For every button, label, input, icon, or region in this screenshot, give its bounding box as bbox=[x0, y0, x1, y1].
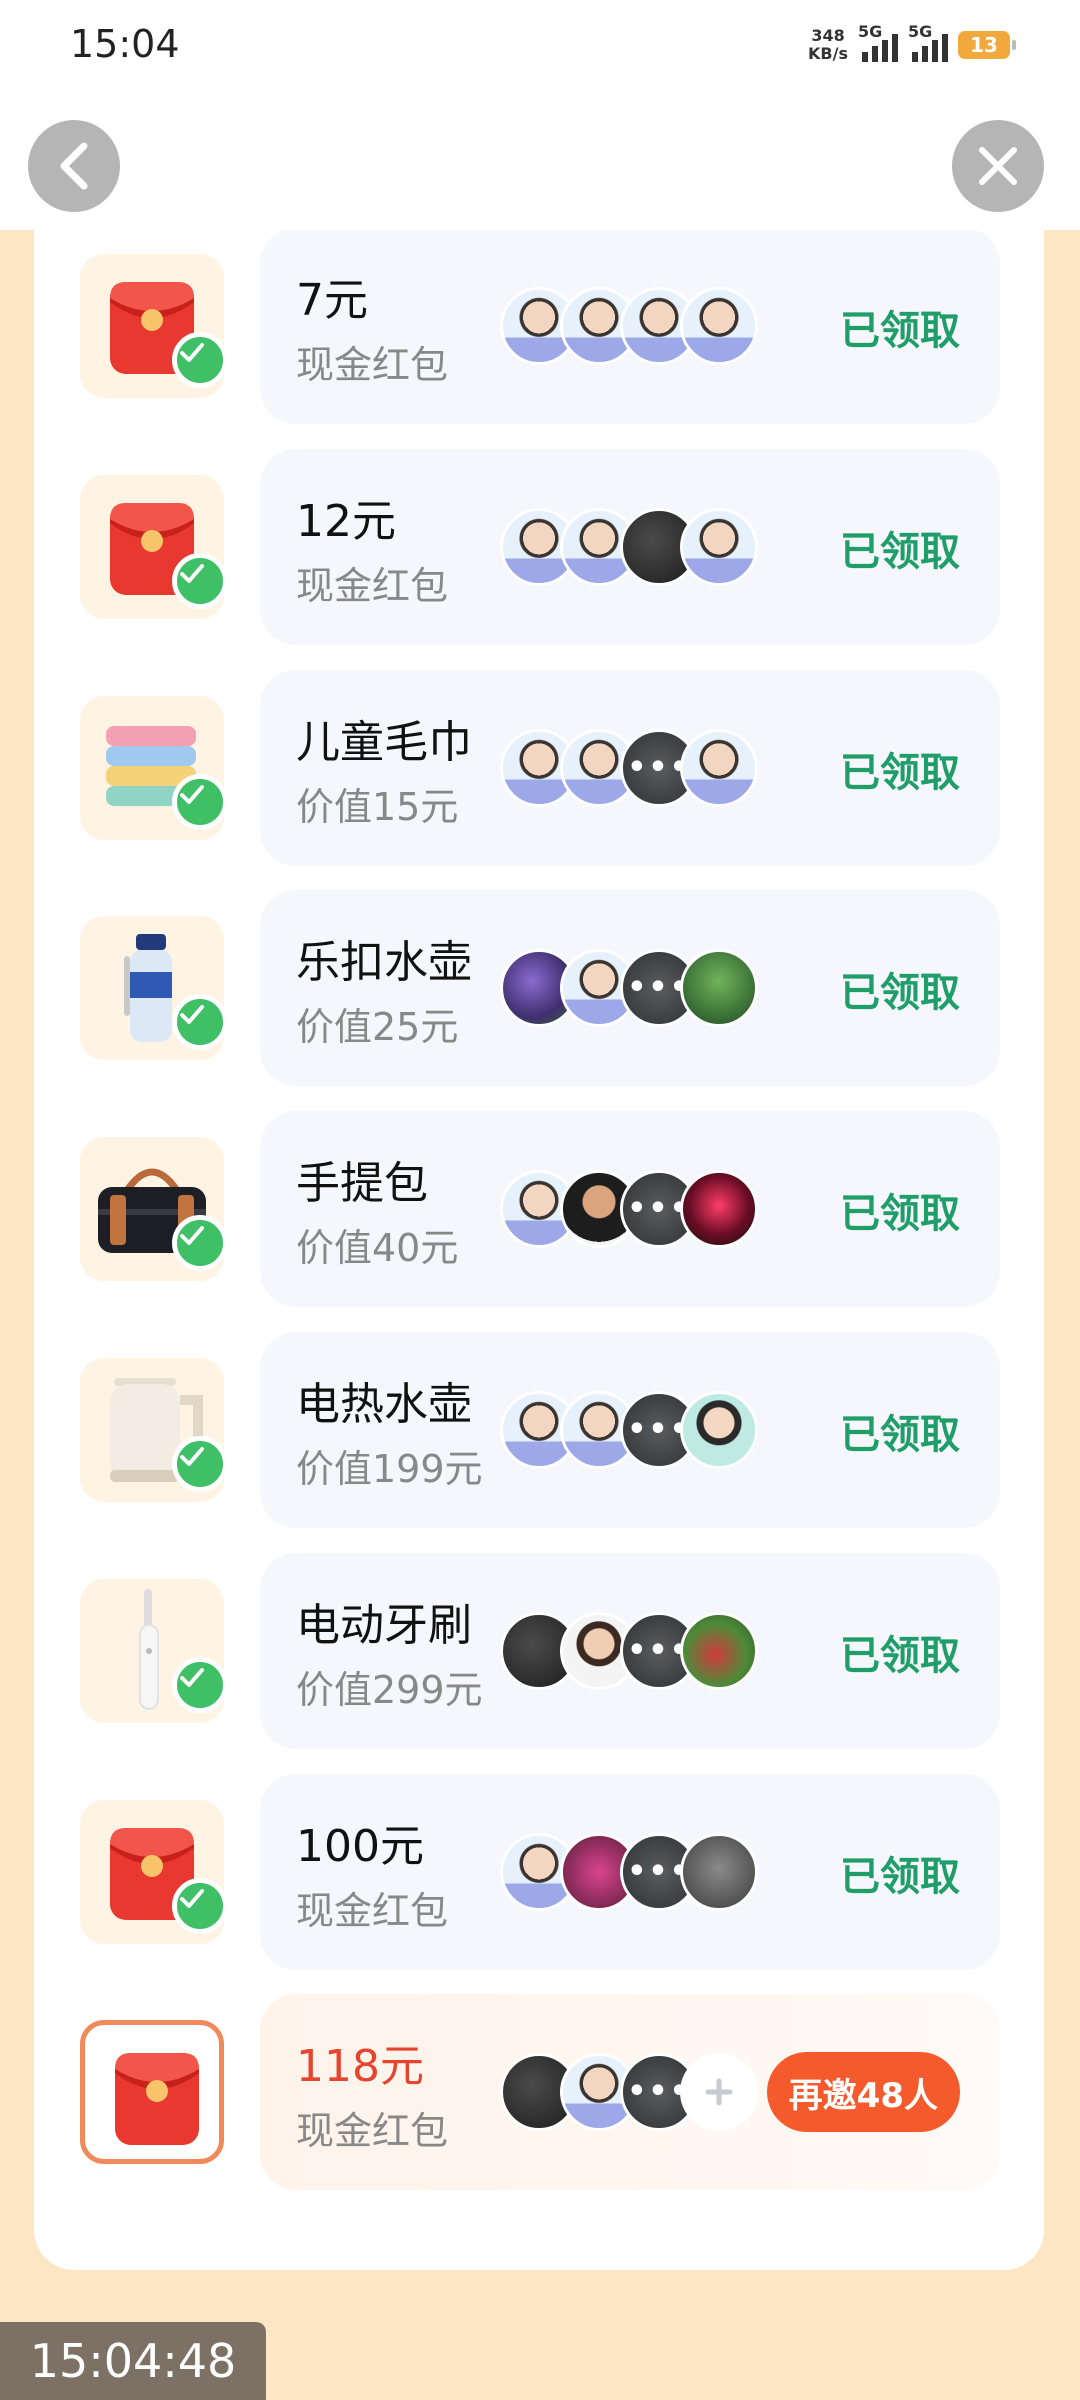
checkmark-icon bbox=[172, 332, 228, 388]
top-bar bbox=[0, 100, 1080, 230]
rewards-card: 7元 现金红包 已领取 12元 现金红包 已领取 儿童毛巾 价值15元 ••• 已领取 乐扣水壶 价值… bbox=[34, 228, 1044, 2270]
overlay-timestamp: 15:04:48 bbox=[0, 2322, 266, 2400]
invitee-avatars bbox=[500, 507, 770, 586]
reward-subtitle: 现金红包 bbox=[296, 2109, 449, 2154]
claimed-status: 已领取 bbox=[840, 749, 960, 796]
checkmark-icon bbox=[172, 1215, 228, 1272]
invitee-avatars bbox=[500, 287, 770, 365]
reward-title: 电热水壶 bbox=[296, 1379, 472, 1430]
reward-row: 100元现金红包 ••• 已领取 bbox=[34, 1773, 1044, 1970]
avatar bbox=[680, 507, 758, 586]
reward-subtitle: 价值40元 bbox=[296, 1226, 459, 1271]
invitee-avatars: ••• bbox=[500, 1611, 770, 1690]
close-icon bbox=[979, 147, 1017, 185]
reward-row: 电热水壶价值199元 ••• 已领取 bbox=[34, 1332, 1044, 1528]
status-icons: 348 KB/s 5G 5G 13 bbox=[808, 20, 1016, 70]
avatar bbox=[680, 1832, 758, 1911]
add-invitee-icon bbox=[680, 2053, 758, 2132]
status-bar: 15:04 348 KB/s 5G 5G 13 bbox=[0, 0, 1080, 100]
reward-panel: 7元现金红包 已领取 bbox=[260, 228, 1000, 424]
reward-thumbnail bbox=[80, 1137, 228, 1282]
reward-panel: 儿童毛巾价值15元 ••• 已领取 bbox=[260, 669, 1000, 866]
reward-subtitle: 现金红包 bbox=[296, 1888, 449, 1933]
checkmark-icon bbox=[172, 1877, 228, 1934]
reward-thumbnail bbox=[80, 916, 228, 1061]
reward-panel: 12元现金红包 已领取 bbox=[260, 448, 1000, 645]
reward-title: 118元 bbox=[296, 2041, 424, 2093]
reward-thumbnail bbox=[80, 254, 228, 398]
reward-title: 12元 bbox=[296, 495, 396, 547]
avatar bbox=[680, 728, 758, 807]
reward-title: 儿童毛巾 bbox=[296, 716, 472, 768]
close-button[interactable] bbox=[952, 120, 1044, 212]
reward-row: 12元现金红包 已领取 bbox=[34, 448, 1044, 645]
reward-panel: 手提包价值40元 ••• 已领取 bbox=[260, 1111, 1000, 1308]
avatar bbox=[680, 1391, 758, 1469]
reward-panel: 乐扣水壶价值25元 ••• 已领取 bbox=[260, 890, 1000, 1087]
reward-row: 电动牙刷价值299元 ••• 已领取 bbox=[34, 1552, 1044, 1749]
invite-more-button[interactable]: 再邀48人 bbox=[766, 2052, 960, 2133]
avatar bbox=[680, 1611, 758, 1690]
avatar bbox=[680, 287, 758, 365]
checkmark-icon bbox=[172, 552, 228, 609]
reward-subtitle: 价值199元 bbox=[296, 1447, 483, 1491]
signal-icon: 5G bbox=[858, 22, 898, 62]
claimed-status: 已领取 bbox=[840, 1632, 960, 1679]
reward-title: 100元 bbox=[296, 1820, 424, 1872]
reward-title: 电动牙刷 bbox=[296, 1599, 472, 1651]
claimed-status: 已领取 bbox=[840, 1412, 960, 1458]
network-speed: 348 KB/s bbox=[808, 26, 848, 63]
battery-icon: 13 bbox=[958, 31, 1016, 59]
reward-panel: 118元现金红包 ••• 再邀48人 bbox=[260, 1994, 1000, 2191]
chevron-left-icon bbox=[60, 142, 88, 190]
reward-subtitle: 现金红包 bbox=[296, 563, 449, 608]
reward-subtitle: 现金红包 bbox=[296, 343, 449, 387]
back-button[interactable] bbox=[28, 120, 120, 212]
claimed-status: 已领取 bbox=[840, 308, 960, 354]
invitee-avatars: ••• bbox=[500, 1391, 770, 1469]
reward-thumbnail bbox=[80, 1358, 228, 1502]
status-time: 15:04 bbox=[70, 22, 180, 66]
reward-title: 手提包 bbox=[296, 1158, 428, 1210]
reward-row: 118元现金红包 ••• 再邀48人 bbox=[34, 1994, 1044, 2191]
signal-icon: 5G bbox=[908, 22, 948, 62]
reward-thumbnail bbox=[80, 474, 228, 619]
invitee-avatars: ••• bbox=[500, 1170, 770, 1249]
invitee-avatars: ••• bbox=[500, 949, 770, 1028]
invitee-avatars: ••• bbox=[500, 1832, 770, 1911]
reward-subtitle: 价值15元 bbox=[296, 784, 459, 829]
checkmark-icon bbox=[172, 1436, 228, 1492]
claimed-status: 已领取 bbox=[840, 970, 960, 1017]
avatar bbox=[680, 949, 758, 1028]
invitee-avatars: ••• bbox=[500, 728, 770, 807]
invitee-avatars: ••• bbox=[500, 2053, 770, 2132]
reward-thumbnail bbox=[80, 695, 228, 840]
claimed-status: 已领取 bbox=[840, 528, 960, 575]
reward-row: 乐扣水壶价值25元 ••• 已领取 bbox=[34, 890, 1044, 1087]
avatar bbox=[680, 1170, 758, 1249]
reward-thumbnail bbox=[80, 1799, 228, 1944]
reward-row: 儿童毛巾价值15元 ••• 已领取 bbox=[34, 669, 1044, 866]
reward-row: 7元现金红包 已领取 bbox=[34, 228, 1044, 424]
reward-subtitle: 价值25元 bbox=[296, 1005, 459, 1050]
reward-panel: 电动牙刷价值299元 ••• 已领取 bbox=[260, 1552, 1000, 1749]
reward-title: 乐扣水壶 bbox=[296, 937, 472, 989]
reward-row: 手提包价值40元 ••• 已领取 bbox=[34, 1111, 1044, 1308]
checkmark-icon bbox=[172, 1656, 228, 1713]
checkmark-icon bbox=[172, 773, 228, 830]
reward-subtitle: 价值299元 bbox=[296, 1667, 483, 1712]
claimed-status: 已领取 bbox=[840, 1191, 960, 1238]
claimed-status: 已领取 bbox=[840, 1853, 960, 1900]
reward-panel: 电热水壶价值199元 ••• 已领取 bbox=[260, 1332, 1000, 1528]
reward-thumbnail bbox=[80, 1578, 228, 1723]
reward-panel: 100元现金红包 ••• 已领取 bbox=[260, 1773, 1000, 1970]
reward-thumbnail bbox=[80, 2020, 224, 2165]
checkmark-icon bbox=[172, 994, 228, 1051]
reward-title: 7元 bbox=[296, 275, 368, 326]
